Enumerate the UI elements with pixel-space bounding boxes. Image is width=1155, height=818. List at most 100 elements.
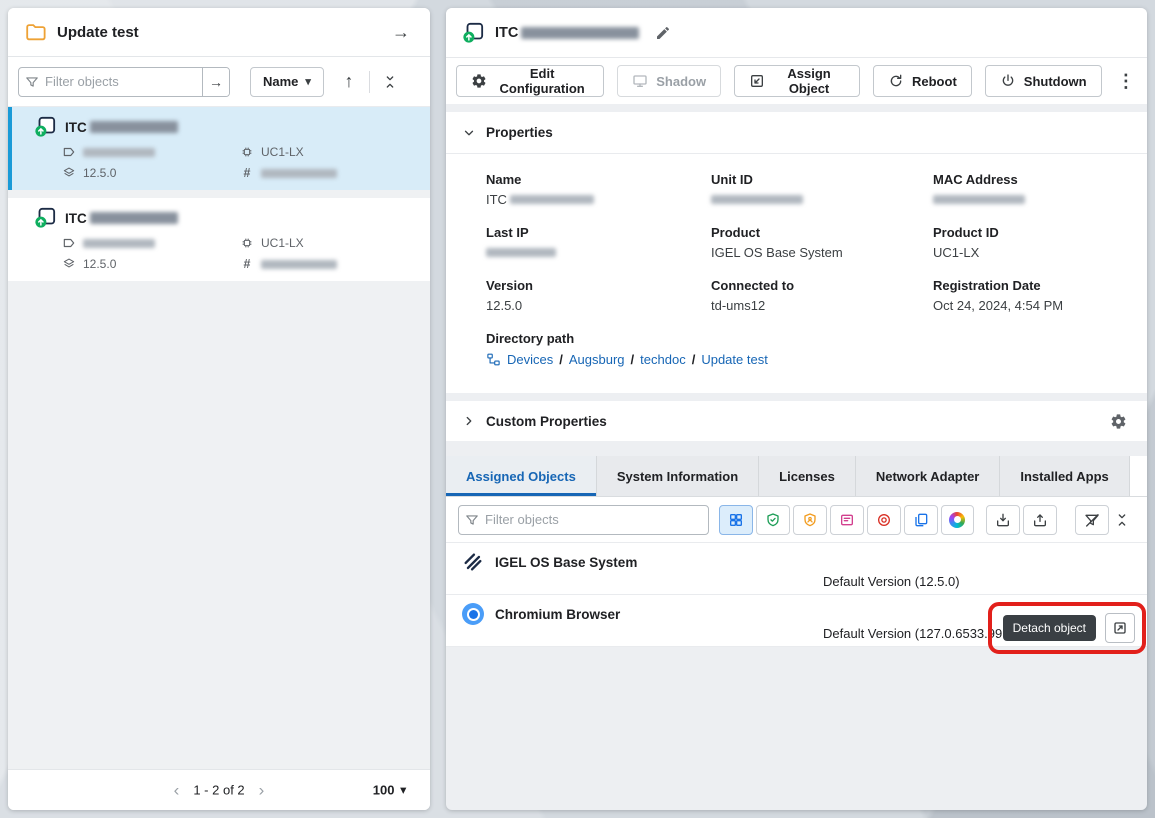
redacted-value [486,248,556,257]
filter-firmware-customizations-button[interactable] [867,505,901,535]
detach-object-tooltip: Detach object [1003,615,1096,641]
device-list-item[interactable]: ITC UC1-LX [8,107,430,190]
tab-licenses[interactable]: Licenses [759,456,856,496]
tab-installed-apps[interactable]: Installed Apps [1000,456,1129,496]
upload-tray-icon [1032,512,1048,528]
download-tray-icon [995,512,1011,528]
directory-path-field: Directory path Devices / Augsburg / tech… [486,331,1107,367]
detail-header: ITC [446,8,1147,58]
redacted-value [510,195,594,204]
device-ip: # [240,166,416,180]
assigned-object-row[interactable]: IGEL OS Base System Default Version (12.… [446,543,1147,595]
breadcrumb: Devices / Augsburg / techdoc / Update te… [486,352,1107,367]
redacted-value [83,239,155,248]
custom-properties-settings-button[interactable] [1105,408,1131,434]
edit-configuration-button[interactable]: Edit Configuration [456,65,604,97]
divider [369,71,370,93]
device-product-id: UC1-LX [240,236,416,250]
collapse-all-button[interactable] [1109,507,1135,533]
tabs: Assigned Objects System Information Lice… [446,456,1147,497]
breadcrumb-separator: / [692,352,696,367]
property-field: Version 12.5.0 [486,278,711,313]
filter-files-button[interactable] [904,505,938,535]
collapse-all-button[interactable] [377,69,403,95]
property-field: Connected to td-ums12 [711,278,933,313]
tag-icon [62,236,76,250]
clear-filter-button[interactable] [1075,505,1109,535]
device-list-header: Update test → [8,8,430,57]
expand-panel-button[interactable]: → [388,19,414,45]
tab-network-adapter[interactable]: Network Adapter [856,456,1001,496]
filter-template-profiles-button[interactable] [830,505,864,535]
filter-input[interactable] [45,68,202,96]
assigned-objects-filter-bar [446,497,1147,543]
arrow-up-icon: ↑ [344,71,353,92]
breadcrumb-link[interactable]: Update test [701,352,768,367]
redacted-value [711,195,803,204]
filter-submit-button[interactable]: → [202,68,229,96]
previous-page-button[interactable]: ‹ [174,782,180,799]
redacted-value [261,169,337,178]
device-filter-bar: → Name ▾ ↑ [8,57,430,107]
import-assignment-button[interactable] [986,505,1020,535]
filter-funnel-icon [19,68,45,96]
redacted-value [933,195,1025,204]
tab-assigned-objects[interactable]: Assigned Objects [446,456,597,496]
rings-icon [876,512,892,528]
device-unit-id [62,145,240,159]
breadcrumb-separator: / [631,352,635,367]
funnel-off-icon [1084,512,1100,528]
device-name: ITC [65,120,178,135]
chip-icon [240,236,254,250]
redacted-value [90,212,178,224]
rename-button[interactable] [650,20,676,46]
tab-system-information[interactable]: System Information [597,456,759,496]
tag-icon [62,145,76,159]
filter-priority-profiles-button[interactable] [793,505,827,535]
chevron-left-icon: ‹ [174,781,180,800]
device-unit-id [62,236,240,250]
assign-object-button[interactable]: Assign Object [734,65,860,97]
sort-direction-button[interactable]: ↑ [336,69,362,95]
shield-user-icon [802,512,818,528]
assigned-objects-filter-input[interactable] [485,506,708,534]
grid-icon [728,512,744,528]
monitor-icon [632,73,648,89]
pagination-bar: ‹ 1 - 2 of 2 › 100 ▾ [8,769,430,810]
more-actions-button[interactable]: ⋮ [1115,68,1137,94]
filter-profiles-button[interactable] [756,505,790,535]
sort-dropdown[interactable]: Name ▾ [250,67,324,97]
device-version: 12.5.0 [62,257,240,271]
custom-properties-card[interactable]: Custom Properties [446,401,1147,441]
arrow-right-icon: → [392,22,410,43]
shadow-button[interactable]: Shadow [617,65,721,97]
gear-icon [1110,413,1127,430]
caret-down-icon: ▾ [400,784,406,797]
folder-icon [24,21,46,43]
sitemap-icon [486,352,501,367]
filter-all-objects-button[interactable] [719,505,753,535]
breadcrumb-link[interactable]: Devices [507,352,553,367]
filter-apps-button[interactable] [941,505,975,535]
shutdown-button[interactable]: Shutdown [985,65,1102,97]
gear-icon [471,73,487,89]
page-size-dropdown[interactable]: 100 ▾ [373,783,406,798]
caret-down-icon: ▾ [305,75,311,88]
property-field: MAC Address [933,172,1107,207]
device-title: ITC [495,25,639,41]
breadcrumb-link[interactable]: Augsburg [569,352,625,367]
profile-card-icon [839,512,855,528]
properties-section-toggle[interactable]: Properties [446,112,1147,154]
redacted-value [261,260,337,269]
reboot-button[interactable]: Reboot [873,65,972,97]
device-list-item[interactable]: ITC UC1-LX [8,198,430,281]
chevron-right-icon: › [259,781,265,800]
device-ip: # [240,257,416,271]
detach-object-button[interactable] [1105,613,1135,643]
hash-icon: # [240,166,254,180]
breadcrumb-link[interactable]: techdoc [640,352,686,367]
pagination: ‹ 1 - 2 of 2 › [174,782,265,799]
export-assignment-button[interactable] [1023,505,1057,535]
filter-funnel-icon [459,506,485,534]
next-page-button[interactable]: › [259,782,265,799]
